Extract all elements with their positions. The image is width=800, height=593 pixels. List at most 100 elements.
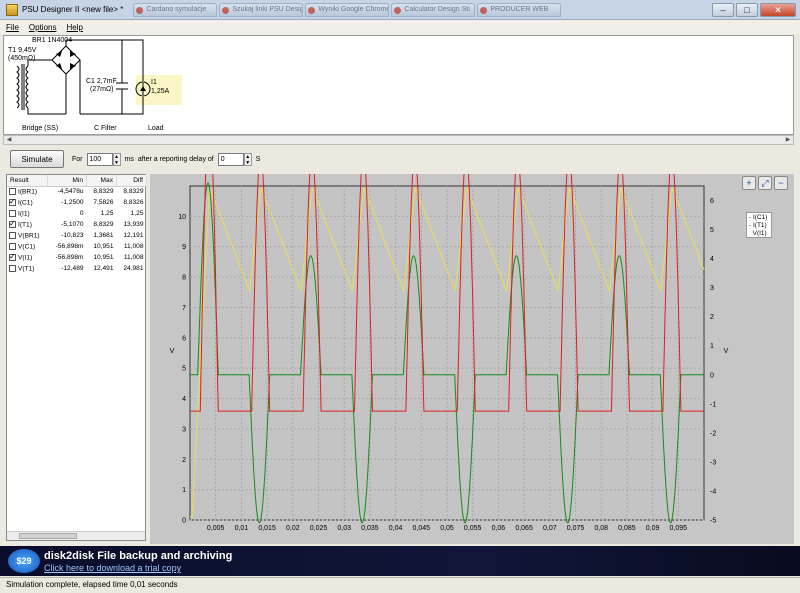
col-result[interactable]: Result (7, 175, 49, 187)
min-cell: -10,823 (61, 232, 84, 239)
capacitor-resistance: (27mΩ) (90, 86, 114, 93)
bg-tab[interactable]: Cardano symulacje (133, 2, 218, 17)
delay-input[interactable]: 0 (217, 152, 244, 166)
min-cell: -4,5478u (57, 188, 84, 196)
col-min[interactable]: Min (47, 175, 88, 187)
table-row[interactable]: I(I1) 0 1,25 1,25 (7, 208, 147, 219)
col-max[interactable]: Max (86, 175, 117, 187)
result-name-cell[interactable]: V(I1) (7, 252, 48, 263)
menu-bar: File Options Help (0, 20, 800, 34)
result-checkbox[interactable] (9, 242, 16, 250)
ad-download-link[interactable]: Click here to download a trial copy (44, 563, 181, 573)
price-badge: $29 (8, 549, 40, 573)
result-name-cell[interactable]: I(BR1) (7, 186, 48, 197)
ms-label: ms (124, 155, 134, 163)
window-controls: – □ ✕ (712, 2, 800, 17)
delay-spinner[interactable]: ▲ ▼ (243, 152, 252, 166)
for-label: For (72, 155, 83, 163)
schematic-drawing (16, 39, 151, 115)
x-tick-label: 0,005 (207, 525, 225, 532)
ad-banner[interactable]: $29 disk2disk File backup and archiving … (0, 546, 800, 576)
duration-spinner[interactable]: ▲ ▼ (112, 152, 121, 166)
simulation-toolbar: Simulate For 100 ▲ ▼ ms after a reporting… (0, 148, 800, 170)
scroll-right-icon[interactable]: ▶ (783, 136, 793, 144)
max-cell: 1,3681 (93, 232, 114, 239)
result-checkbox[interactable] (9, 231, 16, 239)
diff-cell: 24,981 (123, 265, 144, 272)
x-tick-label: 0,055 (464, 525, 482, 532)
max-cell: 8,8329 (93, 188, 114, 196)
close-button[interactable]: ✕ (760, 2, 796, 17)
scroll-thumb[interactable] (19, 533, 77, 539)
x-tick-label: 0,08 (594, 525, 608, 532)
diff-cell: 1,25 (130, 210, 144, 217)
max-cell: 1,25 (100, 210, 114, 217)
min-cell: -56,898m (55, 243, 84, 250)
x-tick-label: 0,035 (361, 525, 379, 532)
results-scrollbar[interactable] (7, 531, 145, 540)
result-checkbox[interactable] (9, 188, 16, 196)
table-row[interactable]: V(BR1) -10,823 1,3681 12,191 (7, 230, 147, 241)
table-row[interactable]: V(I1) -56,898m 10,951 11,008 (7, 252, 147, 263)
y-tick-label-left: 9 (182, 244, 186, 251)
transformer-name: T1 9,45V (8, 47, 37, 54)
result-checkbox[interactable] (9, 197, 16, 206)
table-row[interactable]: V(T1) -12,489 12,491 24,981 (7, 263, 147, 274)
plot-frame (189, 185, 705, 521)
table-row[interactable]: I(C1) -1,2500 7,5826 8,8326 (7, 197, 147, 208)
min-cell: -1,2500 (61, 199, 84, 206)
maximize-button[interactable]: □ (736, 2, 758, 17)
result-name-cell[interactable]: V(BR1) (7, 230, 48, 241)
table-row[interactable]: I(T1) -5,1070 8,8329 13,939 (7, 219, 147, 230)
delay-label: after a reporting delay of (137, 155, 214, 163)
simulate-button[interactable]: Simulate (10, 150, 64, 168)
bg-tab[interactable]: PRODUCER WEB (477, 2, 562, 17)
bg-tab[interactable]: Wyniki Google Chrome (305, 2, 390, 17)
duration-input[interactable]: 100 (86, 152, 113, 166)
result-checkbox[interactable] (9, 219, 16, 228)
y-tick-label-right: 4 (710, 256, 714, 263)
legend-entry: - I(C1) (749, 214, 768, 221)
result-checkbox[interactable] (9, 252, 16, 261)
schematic-scrollbar[interactable]: ◀ ▶ (3, 135, 794, 145)
result-checkbox[interactable] (9, 264, 16, 272)
waveform-chart[interactable]: 0,005 0,01 0,015 0,02 0,025 0,03 0,035 0,04 0,04… (150, 174, 794, 544)
result-name-cell[interactable]: I(T1) (7, 219, 48, 230)
result-name-cell[interactable]: V(T1) (7, 263, 48, 274)
table-row[interactable]: I(BR1) -4,5478u 8,8329 8,8329 (7, 186, 147, 197)
y-tick-label-left: 4 (182, 396, 186, 403)
zoom-fit-icon[interactable]: ⤢ (758, 176, 772, 190)
bg-tab[interactable]: Szukaj linki PSU Designer (219, 2, 304, 17)
col-diff[interactable]: Diff (116, 175, 147, 187)
bg-tab[interactable]: Calculator Design Sti (391, 2, 476, 17)
zoom-out-icon[interactable]: − (774, 176, 788, 190)
result-name-cell[interactable]: V(C1) (7, 241, 48, 252)
transformer-resistance: (450mΩ) (8, 55, 36, 62)
x-tick-label: 0,07 (543, 525, 557, 532)
diff-cell: 13,939 (123, 221, 144, 228)
y-tick-label-left: 2 (182, 457, 186, 464)
menu-help[interactable]: Help (66, 23, 82, 32)
x-tick-label: 0,085 (618, 525, 636, 532)
legend-entry: - I(T1) (749, 222, 767, 229)
zoom-in-icon[interactable]: + (742, 176, 756, 190)
y-tick-label-right: 6 (710, 198, 714, 205)
schematic-panel: BR1 1N4004 T1 9,45V (450mΩ) C1 2,7mF (27… (3, 35, 794, 135)
ad-title: disk2disk File backup and archiving (44, 550, 233, 562)
menu-options[interactable]: Options (29, 23, 57, 32)
scroll-left-icon[interactable]: ◀ (4, 136, 14, 144)
legend-entry: V(I1) (752, 230, 767, 237)
load-value: 1,25A (151, 88, 170, 95)
result-checkbox[interactable] (9, 209, 16, 217)
menu-file[interactable]: File (6, 23, 19, 32)
app-icon (6, 3, 18, 16)
minimize-button[interactable]: – (712, 2, 734, 17)
table-row[interactable]: V(C1) -56,898m 10,951 11,008 (7, 241, 147, 252)
result-name-cell[interactable]: I(I1) (7, 208, 48, 219)
load-name: I1 (151, 79, 157, 86)
y-tick-label-right: 1 (710, 343, 714, 350)
y-tick-label-left: 6 (182, 335, 186, 342)
x-tick-label: 0,075 (567, 525, 585, 532)
y-tick-label-left: 10 (178, 214, 186, 221)
result-name-cell[interactable]: I(C1) (7, 197, 48, 208)
